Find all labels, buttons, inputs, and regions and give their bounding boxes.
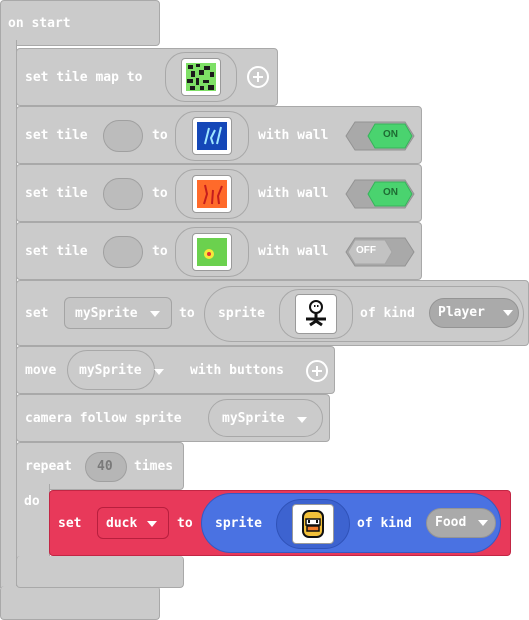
variable-dropdown[interactable]: mySprite bbox=[67, 350, 164, 390]
wall-toggle-label: ON bbox=[383, 187, 398, 198]
tile-color-slot[interactable] bbox=[103, 120, 143, 152]
to-label: to bbox=[179, 306, 195, 321]
variable-dropdown[interactable]: mySprite bbox=[64, 297, 172, 329]
times-label: times bbox=[134, 459, 174, 474]
with-wall-label: with wall bbox=[258, 128, 329, 143]
set-tile-label: set tile bbox=[25, 244, 88, 259]
set-sprite-block[interactable]: set mySprite to sprite of kind Player bbox=[16, 280, 529, 346]
tile-image-well[interactable] bbox=[175, 227, 249, 277]
chevron-down-icon bbox=[154, 369, 164, 375]
lava-tile-image bbox=[197, 180, 227, 208]
repeat-block[interactable]: repeat 40 times bbox=[16, 442, 184, 490]
variable-name: mySprite bbox=[79, 363, 142, 378]
sprite-label: sprite bbox=[215, 516, 262, 531]
sprite-create-block[interactable]: sprite of kind Food bbox=[201, 493, 501, 553]
tile-image-thumbnail[interactable] bbox=[192, 117, 232, 155]
kind-dropdown[interactable]: Food bbox=[426, 508, 496, 538]
add-parameter-icon[interactable] bbox=[306, 360, 328, 382]
flower-tile-image bbox=[197, 238, 227, 266]
set-tile-block-2[interactable]: set tile to with wall ON bbox=[16, 164, 422, 222]
wall-toggle-on[interactable] bbox=[345, 121, 415, 151]
tile-color-slot[interactable] bbox=[103, 236, 143, 268]
sprite-image-well[interactable] bbox=[279, 289, 353, 339]
duck-sprite-image bbox=[302, 510, 324, 538]
with-wall-label: with wall bbox=[258, 244, 329, 259]
to-label: to bbox=[152, 186, 168, 201]
set-tile-label: set tile bbox=[25, 128, 88, 143]
variable-name: mySprite bbox=[222, 411, 285, 426]
sprite-create-block[interactable]: sprite of kind Player bbox=[204, 286, 524, 342]
repeat-label: repeat bbox=[25, 459, 72, 474]
wall-toggle-on[interactable] bbox=[345, 179, 415, 209]
on-start-footer bbox=[0, 586, 160, 620]
variable-dropdown[interactable]: duck bbox=[97, 507, 169, 539]
tile-color-slot[interactable] bbox=[103, 178, 143, 210]
set-tile-block-1[interactable]: set tile to with wall ON bbox=[16, 106, 422, 164]
chevron-down-icon bbox=[147, 521, 157, 527]
tile-image-thumbnail[interactable] bbox=[192, 233, 232, 271]
to-label: to bbox=[152, 244, 168, 259]
kind-dropdown[interactable]: Player bbox=[429, 298, 519, 328]
sprite-image-well[interactable] bbox=[276, 499, 350, 549]
tile-image-thumbnail[interactable] bbox=[192, 175, 232, 213]
on-start-label: on start bbox=[8, 16, 71, 31]
repeat-count-value: 40 bbox=[97, 459, 113, 474]
add-parameter-icon[interactable] bbox=[247, 66, 269, 88]
tilemap-thumbnail[interactable] bbox=[181, 58, 221, 96]
chevron-down-icon bbox=[478, 520, 488, 526]
set-duck-block[interactable]: set duck to sprite of kind Food bbox=[49, 490, 511, 556]
camera-follow-block[interactable]: camera follow sprite mySprite bbox=[16, 394, 330, 442]
set-label: set bbox=[58, 516, 82, 531]
set-tile-label: set tile bbox=[25, 186, 88, 201]
move-label: move bbox=[25, 363, 57, 378]
move-block[interactable]: move mySprite with buttons bbox=[16, 346, 335, 394]
tilemap-well[interactable] bbox=[165, 52, 237, 102]
wall-toggle-label: OFF bbox=[356, 245, 376, 256]
to-label: to bbox=[177, 516, 193, 531]
player-sprite-image bbox=[306, 300, 326, 327]
do-label: do bbox=[24, 494, 40, 509]
tile-image-well[interactable] bbox=[175, 111, 249, 161]
chevron-down-icon bbox=[503, 310, 513, 316]
tilemap-image bbox=[186, 63, 216, 91]
repeat-count-input[interactable]: 40 bbox=[85, 452, 127, 482]
variable-name: duck bbox=[106, 516, 138, 531]
chevron-down-icon bbox=[297, 417, 307, 423]
with-buttons-label: with buttons bbox=[190, 363, 284, 378]
sprite-image-thumbnail[interactable] bbox=[295, 294, 337, 334]
of-kind-label: of kind bbox=[360, 306, 415, 321]
on-start-body bbox=[0, 40, 17, 588]
set-tilemap-label: set tile map to bbox=[25, 70, 143, 85]
kind-value: Player bbox=[438, 305, 485, 320]
set-tilemap-block[interactable]: set tile map to bbox=[16, 48, 278, 106]
sprite-label: sprite bbox=[218, 306, 265, 321]
wall-toggle-label: ON bbox=[383, 129, 398, 140]
water-tile-image bbox=[197, 122, 227, 150]
set-tile-block-3[interactable]: set tile to with wall OFF bbox=[16, 222, 422, 280]
variable-name: mySprite bbox=[75, 306, 138, 321]
kind-value: Food bbox=[435, 515, 467, 530]
chevron-down-icon bbox=[150, 311, 160, 317]
to-label: to bbox=[152, 128, 168, 143]
of-kind-label: of kind bbox=[357, 516, 412, 531]
repeat-footer bbox=[16, 556, 184, 588]
variable-dropdown[interactable]: mySprite bbox=[208, 399, 323, 437]
sprite-image-thumbnail[interactable] bbox=[292, 504, 334, 544]
tile-image-well[interactable] bbox=[175, 169, 249, 219]
with-wall-label: with wall bbox=[258, 186, 329, 201]
set-label: set bbox=[25, 306, 49, 321]
camera-follow-label: camera follow sprite bbox=[25, 411, 182, 426]
